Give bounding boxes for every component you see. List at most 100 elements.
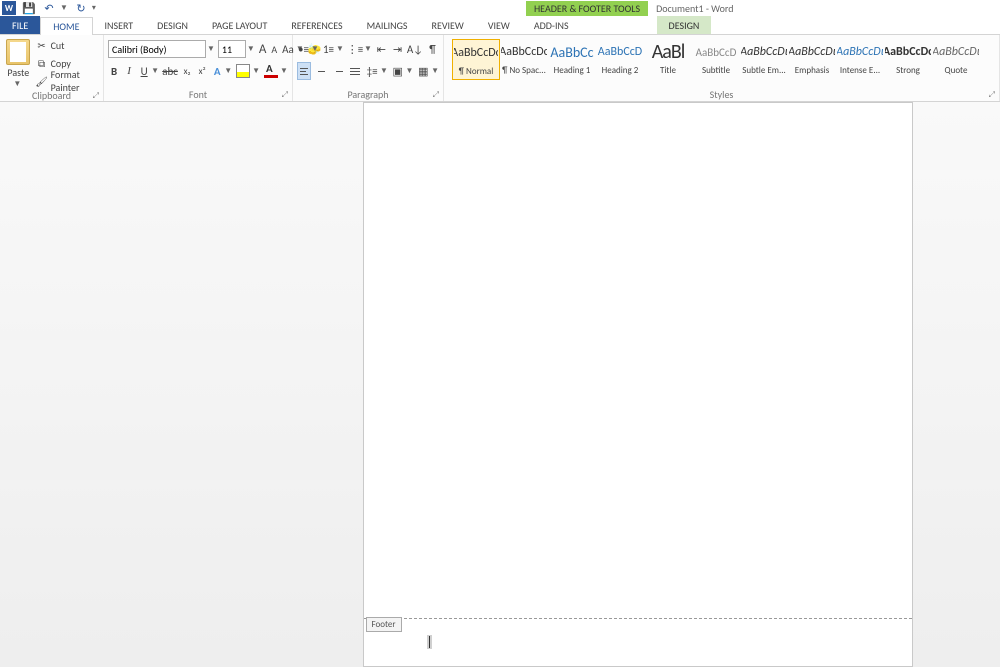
styles-launcher[interactable]: ⤢: [989, 90, 995, 100]
style--normal[interactable]: AaBbCcDc¶ Normal: [452, 39, 500, 80]
style-emphasis[interactable]: AaBbCcDιEmphasis: [788, 39, 836, 78]
bullets-dropdown[interactable]: ▼: [311, 44, 319, 54]
highlight-button[interactable]: [235, 62, 251, 80]
font-group-label: Font: [189, 88, 207, 101]
tab-review[interactable]: REVIEW: [420, 16, 476, 34]
footer-tab-label: Footer: [366, 617, 402, 632]
font-size-input[interactable]: [218, 40, 246, 58]
tab-page-layout[interactable]: PAGE LAYOUT: [200, 16, 279, 34]
numbering-dropdown[interactable]: ▼: [336, 44, 344, 54]
text-effects-button[interactable]: A: [211, 62, 223, 80]
strikethrough-button[interactable]: abc: [162, 62, 178, 80]
paragraph-group-label: Paragraph: [347, 88, 388, 101]
contextual-tab-label: HEADER & FOOTER TOOLS: [526, 1, 648, 16]
font-name-dropdown[interactable]: ▼: [207, 44, 215, 54]
group-paragraph: •≡▼ 1≡▼ ⋮≡▼ ⇤ ⇥ A↓ ¶ ‡≡▼ ▣▼ ▦▼: [293, 35, 444, 101]
paste-dropdown[interactable]: ▼: [13, 79, 21, 89]
superscript-button[interactable]: x²: [196, 62, 208, 80]
undo-button[interactable]: ↶: [42, 1, 56, 15]
style--no-spac-[interactable]: AaBbCcDc¶ No Spac...: [500, 39, 548, 78]
style-name: Heading 2: [597, 65, 643, 76]
multilevel-button[interactable]: ⋮≡: [347, 40, 363, 58]
tab-hf-design[interactable]: DESIGN: [657, 16, 712, 34]
title-bar: W 💾 ↶ ▼ ↻ ▾ HEADER & FOOTER TOOLS Docume…: [0, 0, 1000, 16]
tab-view[interactable]: VIEW: [476, 16, 522, 34]
underline-dropdown[interactable]: ▼: [151, 66, 159, 76]
align-right-button[interactable]: [331, 62, 345, 80]
numbering-button[interactable]: 1≡: [322, 40, 335, 58]
style-title[interactable]: AaBlTitle: [644, 39, 692, 78]
bullets-button[interactable]: •≡: [297, 40, 310, 58]
redo-button[interactable]: ↻: [74, 1, 88, 15]
shading-dropdown[interactable]: ▼: [406, 66, 414, 76]
clipboard-launcher[interactable]: ⤢: [93, 91, 99, 101]
show-marks-button[interactable]: ¶: [426, 40, 439, 58]
ribbon-tabs: FILE HOME INSERT DESIGN PAGE LAYOUT REFE…: [0, 16, 1000, 35]
line-spacing-dropdown[interactable]: ▼: [380, 66, 388, 76]
shrink-font-button[interactable]: A: [270, 40, 278, 58]
borders-button[interactable]: ▦: [416, 62, 430, 80]
cut-button[interactable]: ✂Cut: [36, 37, 99, 53]
highlight-dropdown[interactable]: ▼: [252, 66, 260, 76]
grow-font-button[interactable]: A: [258, 40, 268, 58]
style-quote[interactable]: AaBbCcDι Quote: [932, 39, 980, 78]
style-preview: AaBbCcDι: [741, 41, 787, 63]
tab-file[interactable]: FILE: [0, 16, 40, 34]
font-color-dropdown[interactable]: ▼: [280, 66, 288, 76]
style-name: Subtitle: [693, 65, 739, 76]
undo-dropdown[interactable]: ▼: [60, 3, 68, 13]
decrease-indent-button[interactable]: ⇤: [375, 40, 388, 58]
style-preview: AaBbCcDc: [454, 42, 498, 64]
paste-button[interactable]: Paste ▼: [4, 37, 33, 89]
quick-access-toolbar: 💾 ↶ ▼ ↻ ▾: [22, 1, 96, 15]
subscript-button[interactable]: x₂: [181, 62, 193, 80]
tab-addins[interactable]: ADD-INS: [522, 16, 581, 34]
font-name-input[interactable]: [108, 40, 206, 58]
multilevel-dropdown[interactable]: ▼: [364, 44, 372, 54]
align-justify-button[interactable]: [348, 62, 362, 80]
shading-button[interactable]: ▣: [391, 62, 405, 80]
group-font: ▼ ▼ A A Aa▼ 🧽 B I U▼ abc x₂ x² A▼ ▼: [104, 35, 293, 101]
font-color-button[interactable]: [263, 62, 279, 80]
style-strong[interactable]: AaBbCcDcStrong: [884, 39, 932, 78]
style-subtle-em-[interactable]: AaBbCcDιSubtle Em...: [740, 39, 788, 78]
save-button[interactable]: 💾: [22, 1, 36, 15]
document-title: Document1 - Word: [656, 2, 733, 15]
style-subtitle[interactable]: AaBbCcDSubtitle: [692, 39, 740, 78]
footer-separator: [364, 618, 912, 619]
word-app-icon: W: [2, 1, 16, 15]
paragraph-launcher[interactable]: ⤢: [433, 90, 439, 100]
page[interactable]: Footer: [363, 102, 913, 667]
style-name: Quote: [933, 65, 979, 76]
style-name: Heading 1: [549, 65, 595, 76]
style-heading-2[interactable]: AaBbCcDHeading 2: [596, 39, 644, 78]
align-left-button[interactable]: [297, 62, 311, 80]
italic-button[interactable]: I: [123, 62, 135, 80]
sort-button[interactable]: A↓: [407, 40, 423, 58]
tab-insert[interactable]: INSERT: [93, 16, 146, 34]
borders-dropdown[interactable]: ▼: [431, 66, 439, 76]
style-preview: AaBbCcDι: [933, 41, 979, 63]
style-intense-e-[interactable]: AaBbCcDιIntense E...: [836, 39, 884, 78]
align-center-button[interactable]: [314, 62, 328, 80]
qat-customize[interactable]: ▾: [92, 3, 96, 13]
tab-mailings[interactable]: MAILINGS: [355, 16, 420, 34]
increase-indent-button[interactable]: ⇥: [391, 40, 404, 58]
footer-region[interactable]: Footer: [364, 618, 912, 619]
clipboard-group-label: Clipboard: [32, 89, 71, 102]
tab-home[interactable]: HOME: [40, 17, 92, 35]
font-size-dropdown[interactable]: ▼: [247, 44, 255, 54]
brush-icon: 🖌: [36, 75, 48, 87]
underline-button[interactable]: U: [138, 62, 150, 80]
text-effects-dropdown[interactable]: ▼: [224, 66, 232, 76]
styles-gallery[interactable]: AaBbCcDc¶ NormalAaBbCcDc¶ No Spac...AaBb…: [448, 37, 980, 80]
bold-button[interactable]: B: [108, 62, 120, 80]
line-spacing-button[interactable]: ‡≡: [365, 62, 379, 80]
tab-references[interactable]: REFERENCES: [279, 16, 354, 34]
font-launcher[interactable]: ⤢: [282, 90, 288, 100]
style-heading-1[interactable]: AaBbCcHeading 1: [548, 39, 596, 78]
format-painter-button[interactable]: 🖌Format Painter: [36, 73, 99, 89]
font-color-icon: [264, 64, 278, 78]
style-preview: AaBbCcDc: [885, 41, 931, 63]
tab-design[interactable]: DESIGN: [145, 16, 200, 34]
